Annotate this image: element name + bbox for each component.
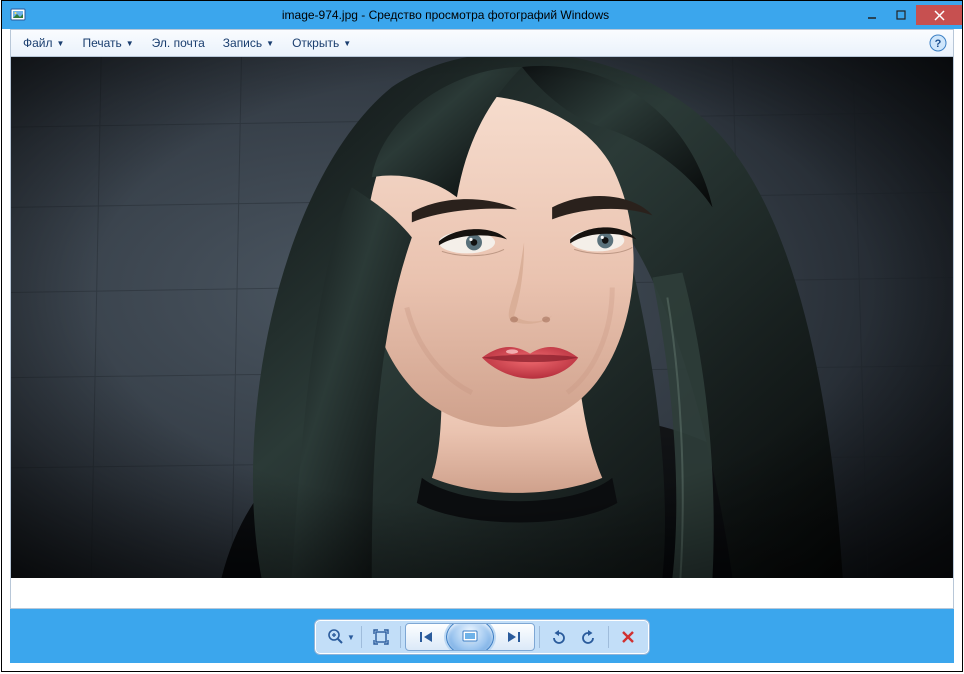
help-button[interactable]: ? — [929, 34, 947, 52]
separator — [539, 626, 540, 648]
close-button[interactable] — [916, 5, 962, 25]
menu-print[interactable]: Печать ▼ — [74, 34, 141, 52]
svg-text:?: ? — [935, 38, 942, 50]
next-button[interactable] — [492, 624, 534, 650]
menu-file-label: Файл — [23, 36, 53, 50]
window-title: image-974.jpg - Средство просмотра фотог… — [34, 8, 857, 22]
separator — [400, 626, 401, 648]
menu-email[interactable]: Эл. почта — [144, 34, 213, 52]
actual-size-button[interactable] — [366, 624, 396, 650]
control-toolbar: ▼ — [314, 619, 650, 655]
rotate-ccw-button[interactable] — [544, 624, 574, 650]
separator — [361, 626, 362, 648]
chevron-down-icon: ▼ — [126, 39, 134, 48]
maximize-button[interactable] — [887, 5, 915, 25]
minimize-button[interactable] — [858, 5, 886, 25]
menu-open-label: Открыть — [292, 36, 339, 50]
window-caption-buttons — [857, 5, 962, 25]
menu-email-label: Эл. почта — [152, 36, 205, 50]
previous-button[interactable] — [406, 624, 448, 650]
app-icon — [10, 7, 26, 23]
image-viewport[interactable] — [10, 57, 954, 609]
slideshow-button[interactable] — [446, 623, 494, 651]
chevron-down-icon: ▼ — [343, 39, 351, 48]
menu-burn-label: Запись — [223, 36, 262, 50]
separator — [608, 626, 609, 648]
menu-file[interactable]: Файл ▼ — [15, 34, 72, 52]
chevron-down-icon: ▼ — [57, 39, 65, 48]
client-area: Файл ▼ Печать ▼ Эл. почта Запись ▼ Открыть ▼… — [10, 29, 954, 663]
photo-viewer-window: image-974.jpg - Средство просмотра фотог… — [1, 0, 963, 672]
menubar: Файл ▼ Печать ▼ Эл. почта Запись ▼ Открыть ▼… — [10, 29, 954, 57]
navigation-group — [405, 623, 535, 651]
menu-burn[interactable]: Запись ▼ — [215, 34, 282, 52]
menu-print-label: Печать — [82, 36, 121, 50]
chevron-down-icon: ▼ — [266, 39, 274, 48]
displayed-photo — [11, 57, 953, 578]
delete-button[interactable] — [613, 624, 643, 650]
titlebar[interactable]: image-974.jpg - Средство просмотра фотог… — [2, 1, 962, 29]
zoom-chevron-icon[interactable]: ▼ — [347, 633, 355, 642]
menu-open[interactable]: Открыть ▼ — [284, 34, 359, 52]
rotate-cw-button[interactable] — [574, 624, 604, 650]
controls-area: ▼ — [10, 611, 954, 663]
